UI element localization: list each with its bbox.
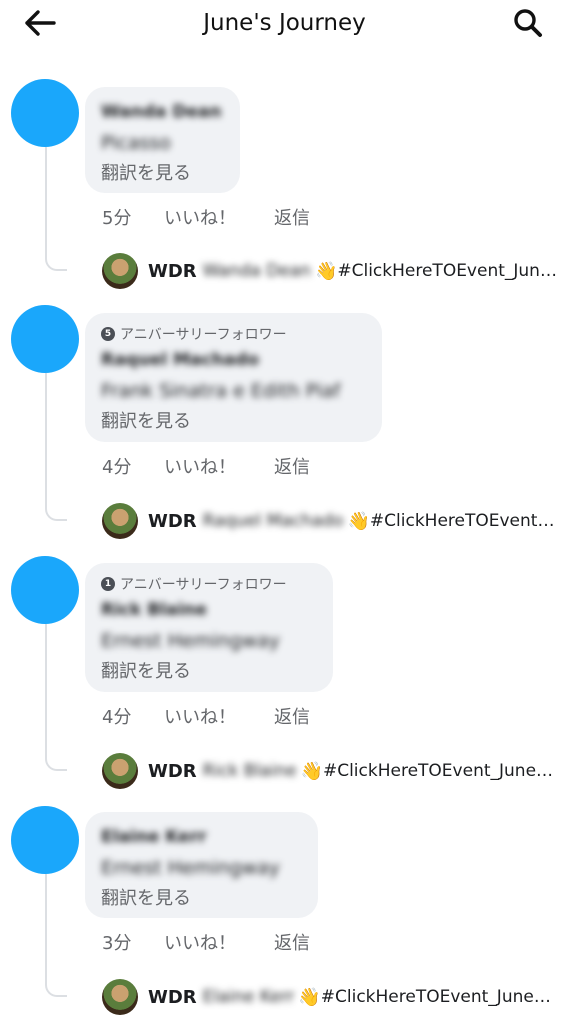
comment-actions: 3分 いいね！ 返信 <box>102 927 310 957</box>
like-button[interactable]: いいね！ <box>164 453 274 479</box>
reply-text: #ClickHereTOEvent_June… <box>322 761 554 781</box>
reply-preview[interactable]: WDR Rick Blaine 👋 #ClickHereTOEvent_June… <box>102 753 557 789</box>
reply-preview[interactable]: WDR Elaine Kerr 👋 #ClickHereTOEvent_June… <box>102 979 557 1015</box>
reply-preview[interactable]: WDR Wanda Dean 👋 #ClickHereTOEvent_Jun… <box>102 253 557 289</box>
comment-author[interactable]: Elaine Kerr <box>101 822 302 852</box>
reply-author: WDR <box>148 986 197 1008</box>
like-button[interactable]: いいね！ <box>164 703 274 729</box>
commenter-avatar[interactable] <box>11 305 79 373</box>
badge-icon: 5 <box>101 327 115 341</box>
reply-button[interactable]: 返信 <box>274 929 310 955</box>
reply-mention: Rick Blaine <box>202 761 297 781</box>
badge-label: アニバーサリーフォロワー <box>120 577 287 593</box>
reply-button[interactable]: 返信 <box>274 703 310 729</box>
comment-author[interactable]: Raquel Machado <box>101 345 366 375</box>
thread-connector-line <box>45 874 67 997</box>
thread-connector-line <box>45 624 67 771</box>
comment-bubble[interactable]: 5 アニバーサリーフォロワー Raquel Machado Frank Sina… <box>85 313 382 442</box>
comment-time: 4分 <box>102 457 132 478</box>
reply-text: #ClickHereTOEvent_June… <box>320 987 551 1007</box>
reply-mention: Elaine Kerr <box>202 987 295 1007</box>
reply-text: #ClickHereTOEvent_Jun… <box>337 261 557 281</box>
like-button[interactable]: いいね！ <box>164 929 274 955</box>
badge-icon: 1 <box>101 577 115 591</box>
commenter-avatar[interactable] <box>11 806 79 874</box>
reply-preview[interactable]: WDR Raquel Machado 👋 #ClickHereTOEvent… <box>102 503 557 539</box>
comment-actions: 4分 いいね！ 返信 <box>102 451 310 481</box>
reply-avatar <box>102 503 138 539</box>
waving-hand-icon: 👋 <box>300 760 323 782</box>
comment-author[interactable]: Rick Blaine <box>101 595 317 625</box>
see-translation-link[interactable]: 翻訳を見る <box>101 884 302 914</box>
reply-avatar <box>102 253 138 289</box>
anniversary-follower-badge: 5 アニバーサリーフォロワー <box>101 323 366 345</box>
comment-bubble[interactable]: 1 アニバーサリーフォロワー Rick Blaine Ernest Heming… <box>85 563 333 692</box>
badge-label: アニバーサリーフォロワー <box>120 327 287 343</box>
reply-mention: Wanda Dean <box>202 261 311 281</box>
thread-connector-line <box>45 373 67 521</box>
comment-text: Ernest Hemingway <box>101 857 280 879</box>
waving-hand-icon: 👋 <box>347 510 370 532</box>
reply-button[interactable]: 返信 <box>274 453 310 479</box>
see-translation-link[interactable]: 翻訳を見る <box>101 657 317 687</box>
see-translation-link[interactable]: 翻訳を見る <box>101 407 366 437</box>
comment-text: Ernest Hemingway <box>101 630 280 652</box>
comment-thread: Elaine Kerr Ernest Hemingway 翻訳を見る 3分 いい… <box>0 0 569 1015</box>
comment-time: 4分 <box>102 707 132 728</box>
commenter-avatar[interactable] <box>11 556 79 624</box>
waving-hand-icon: 👋 <box>314 260 338 282</box>
comment-time: 3分 <box>102 933 132 954</box>
anniversary-follower-badge: 1 アニバーサリーフォロワー <box>101 573 317 595</box>
reply-avatar <box>102 979 138 1015</box>
reply-author: WDR <box>148 260 197 282</box>
comment-text: Frank Sinatra e Edith Piaf <box>101 380 341 402</box>
reply-text: #ClickHereTOEvent… <box>369 511 555 531</box>
comment-actions: 4分 いいね！ 返信 <box>102 701 310 731</box>
comment-bubble[interactable]: Elaine Kerr Ernest Hemingway 翻訳を見る <box>85 812 318 918</box>
reply-author: WDR <box>148 510 197 532</box>
waving-hand-icon: 👋 <box>298 986 321 1008</box>
reply-author: WDR <box>148 760 197 782</box>
reply-avatar <box>102 753 138 789</box>
reply-mention: Raquel Machado <box>202 511 344 531</box>
